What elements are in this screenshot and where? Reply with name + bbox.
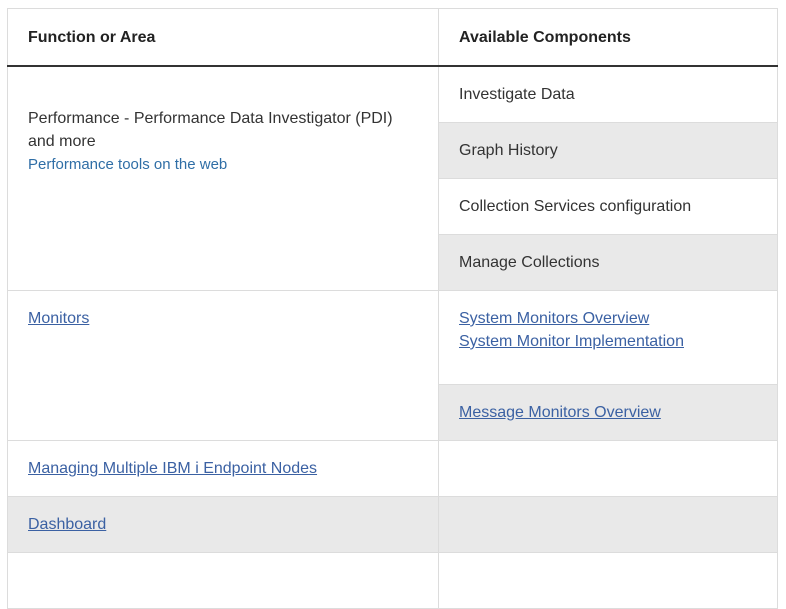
area-cell-monitors: Monitors	[7, 290, 439, 441]
table-row: Managing Multiple IBM i Endpoint Nodes	[7, 440, 778, 497]
component-cell-empty	[438, 496, 778, 553]
table-row: Performance - Performance Data Investiga…	[7, 65, 778, 291]
link-monitors[interactable]: Monitors	[28, 310, 89, 327]
component-cell-partial	[438, 552, 778, 609]
components-table-wrapper: Function or Area Available Components Pe…	[7, 8, 778, 609]
link-dashboard[interactable]: Dashboard	[28, 516, 106, 533]
link-performance-tools-web[interactable]: Performance tools on the web	[28, 153, 418, 176]
table-row	[7, 552, 778, 609]
link-managing-multiple-endpoint-nodes[interactable]: Managing Multiple IBM i Endpoint Nodes	[28, 460, 317, 477]
area-cell-partial	[7, 552, 439, 609]
header-function-or-area: Function or Area	[7, 8, 439, 67]
component-cell-system-monitors: System Monitors Overview System Monitor …	[438, 290, 778, 385]
table-row: Dashboard	[7, 496, 778, 553]
component-graph-history: Graph History	[438, 122, 778, 179]
component-cell-empty	[438, 440, 778, 497]
link-system-monitor-implementation[interactable]: System Monitor Implementation	[459, 330, 757, 353]
area-cell-performance: Performance - Performance Data Investiga…	[7, 65, 439, 291]
component-cell-message-monitors: Message Monitors Overview	[438, 384, 778, 441]
components-table: Function or Area Available Components Pe…	[7, 8, 778, 609]
component-investigate-data: Investigate Data	[438, 65, 778, 123]
area-cell-dashboard: Dashboard	[7, 496, 439, 553]
area-text-performance: Performance - Performance Data Investiga…	[28, 110, 393, 150]
component-manage-collections: Manage Collections	[438, 234, 778, 291]
area-cell-multiple-nodes: Managing Multiple IBM i Endpoint Nodes	[7, 440, 439, 497]
header-available-components: Available Components	[438, 8, 778, 67]
table-row: Monitors System Monitors Overview System…	[7, 290, 778, 441]
table-header-row: Function or Area Available Components	[7, 8, 778, 67]
component-collection-services-configuration: Collection Services configuration	[438, 178, 778, 235]
link-message-monitors-overview[interactable]: Message Monitors Overview	[459, 404, 661, 421]
link-system-monitors-overview[interactable]: System Monitors Overview	[459, 307, 757, 330]
